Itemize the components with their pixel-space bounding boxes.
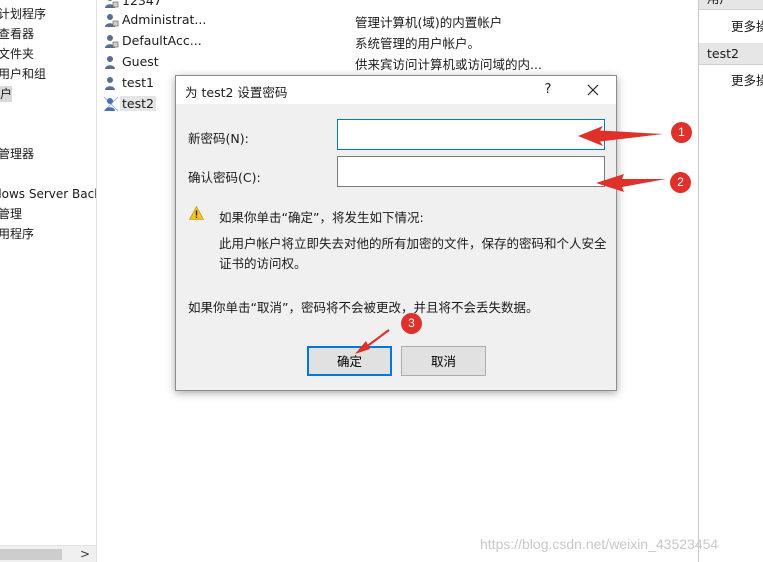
cancel-note: 如果你单击“取消”，密码将不会被更改，并且将不会丢失数据。	[188, 300, 539, 315]
help-button[interactable]: ?	[537, 79, 559, 101]
user-name: 12347	[122, 0, 162, 8]
user-account-icon	[105, 0, 119, 8]
user-account-icon	[105, 14, 119, 27]
watermark: https://blog.csdn.net/weixin_43523454	[480, 536, 719, 552]
tree-item-local-users-groups[interactable]: 用户和组	[0, 66, 46, 82]
confirm-password-label: 确认密码(C):	[188, 170, 261, 185]
user-name: test1	[122, 75, 154, 90]
user-description: 管理计算机(域)的内置帐户	[355, 15, 503, 30]
user-account-icon	[105, 35, 119, 48]
actions-header-users[interactable]: 用户	[699, 0, 763, 10]
cancel-button[interactable]: 取消	[401, 346, 486, 376]
new-password-label: 新密码(N):	[188, 131, 249, 146]
tree-item-task-scheduler[interactable]: 计划程序	[0, 6, 46, 22]
tree-item-event-viewer[interactable]: 查看器	[0, 26, 34, 42]
more-actions-link[interactable]: 更多操	[731, 16, 763, 35]
confirm-password-field[interactable]	[337, 156, 605, 187]
tree-item-device-manager[interactable]: 管理器	[0, 146, 34, 162]
ok-button[interactable]: 确定	[307, 346, 392, 376]
tree-item-users[interactable]: 户	[0, 86, 12, 102]
scroll-right-arrow-icon[interactable]: >	[80, 547, 90, 561]
annotation-badge-3: 3	[401, 313, 422, 334]
left-tree-pane: 计划程序 查看器 文件夹 用户和组 户 管理器 dows Server Back…	[0, 0, 97, 562]
user-description: 供来宾访问计算机或访问域的内...	[355, 57, 542, 72]
user-description: 系统管理的用户帐户。	[355, 36, 481, 51]
user-name: Administrat...	[122, 12, 207, 27]
user-name: test2	[120, 96, 156, 111]
tree-item-applications[interactable]: 用程序	[0, 226, 34, 242]
dialog-title: 为 test2 设置密码	[185, 85, 288, 100]
annotation-badge-1: 1	[671, 122, 692, 143]
user-row[interactable]: Guest 供来宾访问计算机或访问域的内...	[101, 52, 693, 72]
warning-body: 此用户帐户将立即失去对他的所有加密的文件，保存的密码和个人安全证书的访问权。	[219, 236, 607, 271]
more-actions-link[interactable]: 更多操	[731, 70, 763, 89]
scrollbar-thumb[interactable]	[0, 549, 62, 560]
warning-title: 如果你单击“确定”，将发生如下情况:	[219, 210, 424, 225]
dialog-titlebar[interactable]: 为 test2 设置密码 ?	[176, 76, 616, 104]
annotation-badge-2: 2	[670, 172, 691, 193]
user-name: DefaultAcc...	[122, 33, 202, 48]
user-name: Guest	[122, 54, 159, 69]
user-row[interactable]: DefaultAcc... 系统管理的用户帐户。	[101, 31, 693, 51]
user-account-icon	[103, 96, 119, 112]
left-horizontal-scrollbar[interactable]: >	[0, 545, 96, 562]
close-icon[interactable]	[582, 79, 604, 101]
actions-header-selected[interactable]: test2	[699, 43, 763, 65]
new-password-field[interactable]	[337, 119, 605, 150]
user-account-icon	[105, 77, 115, 90]
tree-item-management[interactable]: 管理	[0, 206, 22, 222]
warning-icon	[189, 206, 204, 220]
set-password-dialog: 为 test2 设置密码 ? 新密码(N): 确认密码(C): 如果你单击“确定…	[175, 75, 617, 391]
user-account-icon	[105, 56, 115, 69]
actions-pane: 用户 更多操 test2 更多操	[698, 0, 763, 562]
tree-item-shared-folders[interactable]: 文件夹	[0, 46, 34, 62]
user-row[interactable]: Administrat... 管理计算机(域)的内置帐户	[101, 10, 693, 30]
tree-item-windows-server-backup[interactable]: dows Server Back	[0, 186, 96, 202]
